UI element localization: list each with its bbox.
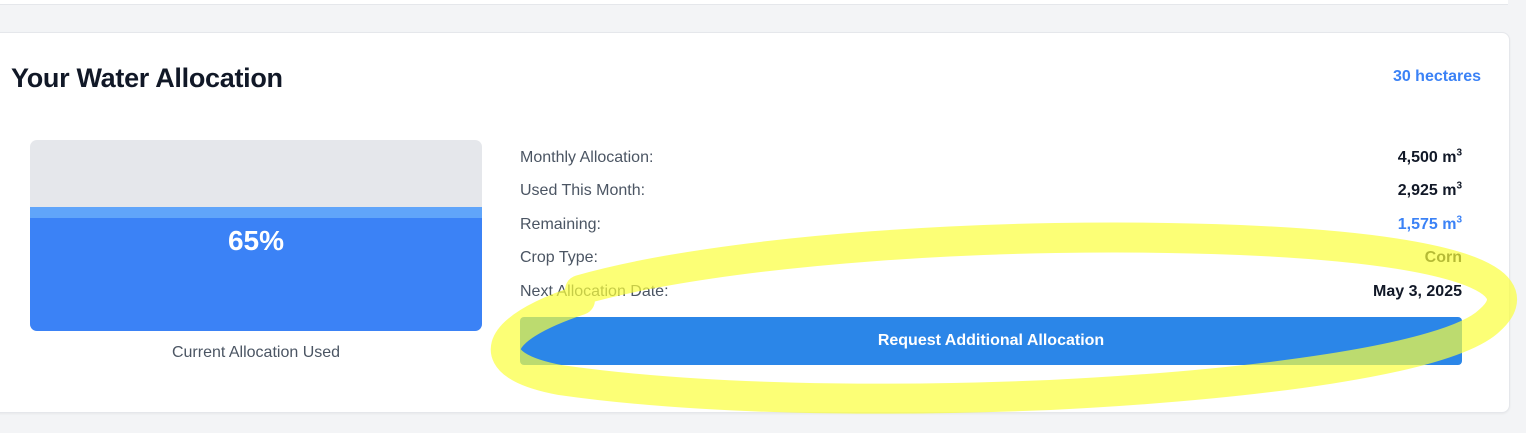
allocation-stats: Monthly Allocation: 4,500 m3 Used This M… bbox=[520, 141, 1462, 309]
stat-label: Next Allocation Date: bbox=[520, 282, 669, 300]
card-title: Your Water Allocation bbox=[11, 63, 283, 93]
stat-row-used-this-month: Used This Month: 2,925 m3 bbox=[520, 175, 1462, 209]
water-allocation-card: Your Water Allocation 30 hectares 65% Cu… bbox=[0, 32, 1510, 413]
stat-value: Corn bbox=[1424, 249, 1462, 267]
allocation-gauge: 65% bbox=[30, 140, 482, 331]
stat-row-crop-type: Crop Type: Corn bbox=[520, 242, 1462, 276]
request-additional-allocation-button[interactable]: Request Additional Allocation bbox=[520, 317, 1462, 365]
top-strip bbox=[0, 0, 1508, 5]
gauge-fill: 65% bbox=[30, 206, 482, 331]
gauge-percent-label: 65% bbox=[227, 224, 285, 256]
stat-row-next-allocation-date: Next Allocation Date: May 3, 2025 bbox=[520, 275, 1462, 309]
gauge-caption: Current Allocation Used bbox=[171, 344, 341, 361]
stat-value: 4,500 m3 bbox=[1397, 147, 1462, 166]
stat-value: May 3, 2025 bbox=[1373, 282, 1462, 300]
farm-size-badge: 30 hectares bbox=[1392, 68, 1481, 85]
stat-row-monthly-allocation: Monthly Allocation: 4,500 m3 bbox=[520, 141, 1462, 175]
stat-row-remaining: Remaining: 1,575 m3 bbox=[520, 208, 1462, 242]
stat-label: Used This Month: bbox=[520, 182, 646, 200]
stat-label: Remaining: bbox=[520, 215, 601, 233]
stat-label: Crop Type: bbox=[520, 249, 598, 267]
stat-value: 2,925 m3 bbox=[1397, 180, 1462, 200]
stat-label: Monthly Allocation: bbox=[520, 148, 654, 166]
gauge-fill-edge bbox=[30, 206, 482, 218]
stat-value-remaining: 1,575 m3 bbox=[1397, 214, 1462, 233]
